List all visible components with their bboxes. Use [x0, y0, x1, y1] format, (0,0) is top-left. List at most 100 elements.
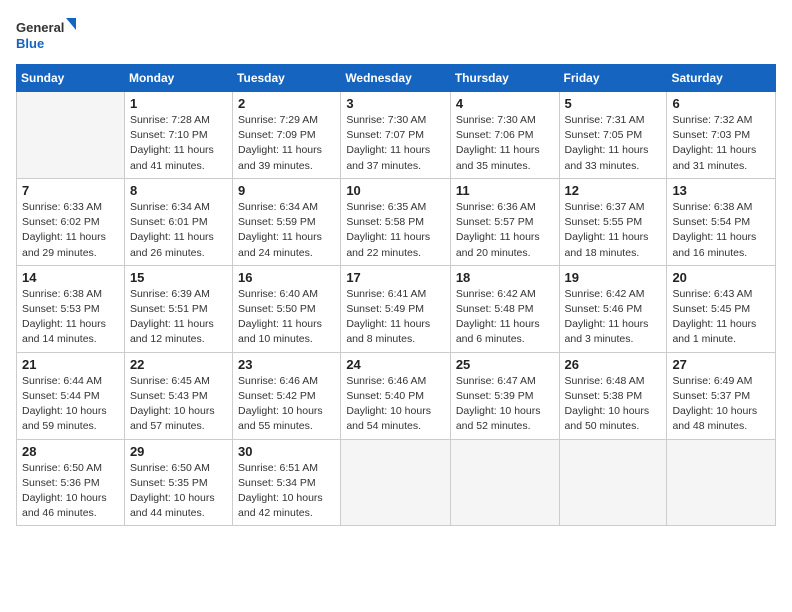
day-header-saturday: Saturday — [667, 65, 776, 92]
day-header-friday: Friday — [559, 65, 667, 92]
day-info: Sunrise: 6:33 AMSunset: 6:02 PMDaylight:… — [22, 200, 119, 261]
calendar-cell: 19 Sunrise: 6:42 AMSunset: 5:46 PMDayligh… — [559, 265, 667, 352]
day-info: Sunrise: 6:44 AMSunset: 5:44 PMDaylight:… — [22, 374, 119, 435]
calendar-cell: 10 Sunrise: 6:35 AMSunset: 5:58 PMDayligh… — [341, 178, 451, 265]
calendar-cell: 27 Sunrise: 6:49 AMSunset: 5:37 PMDayligh… — [667, 352, 776, 439]
day-info: Sunrise: 6:46 AMSunset: 5:42 PMDaylight:… — [238, 374, 335, 435]
calendar-cell: 26 Sunrise: 6:48 AMSunset: 5:38 PMDayligh… — [559, 352, 667, 439]
calendar-cell: 18 Sunrise: 6:42 AMSunset: 5:48 PMDayligh… — [450, 265, 559, 352]
day-number: 18 — [456, 270, 554, 285]
day-info: Sunrise: 6:50 AMSunset: 5:36 PMDaylight:… — [22, 461, 119, 522]
day-info: Sunrise: 6:47 AMSunset: 5:39 PMDaylight:… — [456, 374, 554, 435]
day-number: 15 — [130, 270, 227, 285]
day-header-thursday: Thursday — [450, 65, 559, 92]
calendar-cell: 4Sunrise: 7:30 AMSunset: 7:06 PMDaylight… — [450, 92, 559, 179]
day-number: 9 — [238, 183, 335, 198]
day-info: Sunrise: 6:34 AMSunset: 6:01 PMDaylight:… — [130, 200, 227, 261]
page-header: GeneralBlue — [16, 16, 776, 52]
day-number: 6 — [672, 96, 770, 111]
svg-text:Blue: Blue — [16, 36, 44, 51]
calendar-cell: 21 Sunrise: 6:44 AMSunset: 5:44 PMDayligh… — [17, 352, 125, 439]
day-number: 28 — [22, 444, 119, 459]
day-number: 2 — [238, 96, 335, 111]
calendar-cell: 30Sunrise: 6:51 AMSunset: 5:34 PMDayligh… — [233, 439, 341, 526]
day-info: Sunrise: 6:35 AMSunset: 5:58 PMDaylight:… — [346, 200, 445, 261]
calendar-cell: 9 Sunrise: 6:34 AMSunset: 5:59 PMDaylight… — [233, 178, 341, 265]
day-number: 23 — [238, 357, 335, 372]
calendar-cell: 15 Sunrise: 6:39 AMSunset: 5:51 PMDayligh… — [124, 265, 232, 352]
calendar-cell: 23 Sunrise: 6:46 AMSunset: 5:42 PMDayligh… — [233, 352, 341, 439]
calendar-cell: 6 Sunrise: 7:32 AMSunset: 7:03 PMDaylight… — [667, 92, 776, 179]
day-number: 12 — [565, 183, 662, 198]
calendar-cell — [450, 439, 559, 526]
calendar-cell: 28 Sunrise: 6:50 AMSunset: 5:36 PMDayligh… — [17, 439, 125, 526]
day-info: Sunrise: 6:37 AMSunset: 5:55 PMDaylight:… — [565, 200, 662, 261]
day-number: 5 — [565, 96, 662, 111]
day-header-monday: Monday — [124, 65, 232, 92]
calendar-cell: 20 Sunrise: 6:43 AMSunset: 5:45 PMDayligh… — [667, 265, 776, 352]
calendar-cell: 5 Sunrise: 7:31 AMSunset: 7:05 PMDaylight… — [559, 92, 667, 179]
calendar-cell: 29 Sunrise: 6:50 AMSunset: 5:35 PMDayligh… — [124, 439, 232, 526]
calendar-week-1: 1 Sunrise: 7:28 AMSunset: 7:10 PMDaylight… — [17, 92, 776, 179]
calendar-cell: 2 Sunrise: 7:29 AMSunset: 7:09 PMDaylight… — [233, 92, 341, 179]
day-number: 8 — [130, 183, 227, 198]
day-info: Sunrise: 6:48 AMSunset: 5:38 PMDaylight:… — [565, 374, 662, 435]
calendar-cell — [559, 439, 667, 526]
calendar-header-row: SundayMondayTuesdayWednesdayThursdayFrid… — [17, 65, 776, 92]
calendar-cell: 11Sunrise: 6:36 AMSunset: 5:57 PMDayligh… — [450, 178, 559, 265]
calendar-week-2: 7 Sunrise: 6:33 AMSunset: 6:02 PMDaylight… — [17, 178, 776, 265]
calendar-cell: 7 Sunrise: 6:33 AMSunset: 6:02 PMDaylight… — [17, 178, 125, 265]
calendar-week-3: 14 Sunrise: 6:38 AMSunset: 5:53 PMDayligh… — [17, 265, 776, 352]
day-info: Sunrise: 6:45 AMSunset: 5:43 PMDaylight:… — [130, 374, 227, 435]
day-info: Sunrise: 7:30 AMSunset: 7:07 PMDaylight:… — [346, 113, 445, 174]
calendar-week-5: 28 Sunrise: 6:50 AMSunset: 5:36 PMDayligh… — [17, 439, 776, 526]
calendar-cell: 1 Sunrise: 7:28 AMSunset: 7:10 PMDaylight… — [124, 92, 232, 179]
day-info: Sunrise: 7:31 AMSunset: 7:05 PMDaylight:… — [565, 113, 662, 174]
day-number: 14 — [22, 270, 119, 285]
calendar-cell: 12 Sunrise: 6:37 AMSunset: 5:55 PMDayligh… — [559, 178, 667, 265]
day-header-tuesday: Tuesday — [233, 65, 341, 92]
day-number: 7 — [22, 183, 119, 198]
day-header-sunday: Sunday — [17, 65, 125, 92]
day-info: Sunrise: 6:42 AMSunset: 5:48 PMDaylight:… — [456, 287, 554, 348]
calendar-cell — [17, 92, 125, 179]
calendar-cell: 17 Sunrise: 6:41 AMSunset: 5:49 PMDayligh… — [341, 265, 451, 352]
calendar-cell: 24Sunrise: 6:46 AMSunset: 5:40 PMDayligh… — [341, 352, 451, 439]
day-number: 16 — [238, 270, 335, 285]
day-info: Sunrise: 6:41 AMSunset: 5:49 PMDaylight:… — [346, 287, 445, 348]
day-number: 4 — [456, 96, 554, 111]
calendar-table: SundayMondayTuesdayWednesdayThursdayFrid… — [16, 64, 776, 526]
day-number: 21 — [22, 357, 119, 372]
day-info: Sunrise: 6:39 AMSunset: 5:51 PMDaylight:… — [130, 287, 227, 348]
day-number: 20 — [672, 270, 770, 285]
day-info: Sunrise: 6:43 AMSunset: 5:45 PMDaylight:… — [672, 287, 770, 348]
day-info: Sunrise: 6:40 AMSunset: 5:50 PMDaylight:… — [238, 287, 335, 348]
day-number: 27 — [672, 357, 770, 372]
day-info: Sunrise: 6:51 AMSunset: 5:34 PMDaylight:… — [238, 461, 335, 522]
day-number: 19 — [565, 270, 662, 285]
day-info: Sunrise: 6:34 AMSunset: 5:59 PMDaylight:… — [238, 200, 335, 261]
day-number: 10 — [346, 183, 445, 198]
calendar-cell: 13 Sunrise: 6:38 AMSunset: 5:54 PMDayligh… — [667, 178, 776, 265]
logo-icon: GeneralBlue — [16, 16, 76, 52]
day-info: Sunrise: 6:38 AMSunset: 5:54 PMDaylight:… — [672, 200, 770, 261]
calendar-week-4: 21 Sunrise: 6:44 AMSunset: 5:44 PMDayligh… — [17, 352, 776, 439]
logo: GeneralBlue — [16, 16, 76, 52]
day-number: 17 — [346, 270, 445, 285]
day-number: 13 — [672, 183, 770, 198]
day-info: Sunrise: 6:49 AMSunset: 5:37 PMDaylight:… — [672, 374, 770, 435]
day-number: 29 — [130, 444, 227, 459]
day-number: 26 — [565, 357, 662, 372]
day-info: Sunrise: 7:29 AMSunset: 7:09 PMDaylight:… — [238, 113, 335, 174]
day-info: Sunrise: 7:28 AMSunset: 7:10 PMDaylight:… — [130, 113, 227, 174]
calendar-cell: 25Sunrise: 6:47 AMSunset: 5:39 PMDayligh… — [450, 352, 559, 439]
day-number: 1 — [130, 96, 227, 111]
day-header-wednesday: Wednesday — [341, 65, 451, 92]
calendar-cell — [667, 439, 776, 526]
calendar-cell — [341, 439, 451, 526]
calendar-cell: 8 Sunrise: 6:34 AMSunset: 6:01 PMDaylight… — [124, 178, 232, 265]
day-info: Sunrise: 7:32 AMSunset: 7:03 PMDaylight:… — [672, 113, 770, 174]
day-info: Sunrise: 6:38 AMSunset: 5:53 PMDaylight:… — [22, 287, 119, 348]
day-info: Sunrise: 6:50 AMSunset: 5:35 PMDaylight:… — [130, 461, 227, 522]
day-info: Sunrise: 6:42 AMSunset: 5:46 PMDaylight:… — [565, 287, 662, 348]
